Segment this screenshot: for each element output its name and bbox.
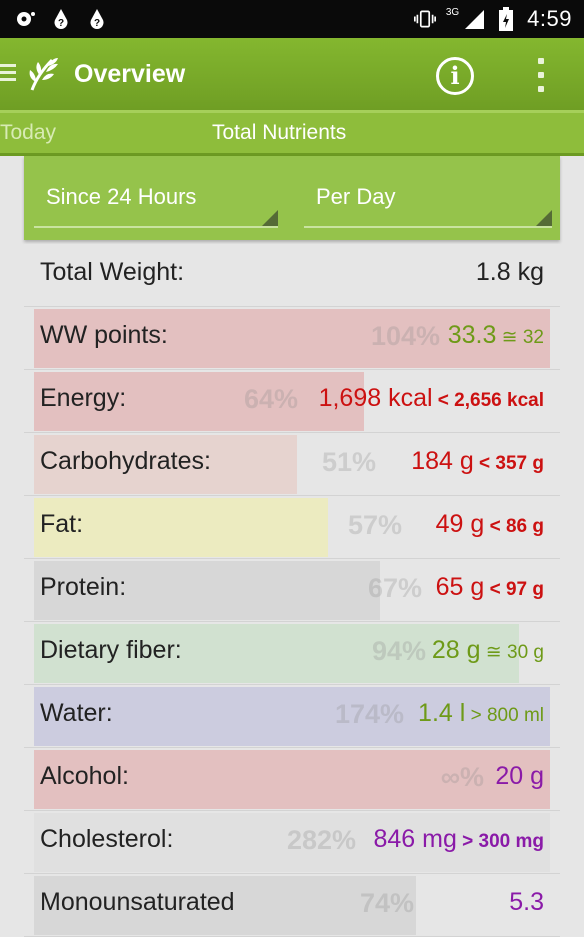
info-button[interactable]: i [436,57,474,95]
nutrient-amount: 5.3 [509,888,544,917]
nutrient-row[interactable]: Monounsaturated 74% 5.3 [24,874,560,937]
nutrient-amount: 1.4 l > 800 ml [418,699,544,728]
nutrient-amount: 28 g ≅ 30 g [432,636,544,665]
nutrient-name: Cholesterol: [40,825,174,853]
screen-title: Overview [74,60,186,88]
tab-strip: Today Total Nutrients [0,110,584,156]
network-type-label: 3G [445,6,460,18]
nutrient-percent: ∞% [440,762,484,792]
nutrient-name: Energy: [40,384,127,412]
period-spinner[interactable]: Since 24 Hours [34,172,278,228]
nutrient-name: Water: [40,699,113,727]
nutrient-amount-value: 20 g [495,762,544,790]
status-bar: ? ? 3G 4:59 [0,0,584,38]
nutrient-amount-value: 1.4 l [418,699,466,727]
nutrient-row[interactable]: Alcohol: ∞% 20 g [24,748,560,811]
notification-icon [14,7,36,31]
nutrient-percent: 57% [347,510,402,540]
nutrient-target: > 800 ml [465,705,544,726]
nutrient-row[interactable]: Protein: 67% 65 g < 97 g [24,559,560,622]
nutrient-percent: 51% [321,447,376,477]
nutrient-amount: 33.3 ≅ 32 [448,321,544,350]
period-spinner-value: Since 24 Hours [46,184,197,209]
drop-question-icon: ? [86,7,108,31]
nutrient-target: < 357 g [473,453,544,474]
nutrient-percent: 74% [359,888,414,918]
svg-text:?: ? [94,18,100,29]
nutrient-name: Fat: [40,510,84,538]
nutrient-name: Monounsaturated [40,888,235,916]
nutrient-target: ≅ 32 [496,327,544,348]
nutrient-row[interactable]: Cholesterol: 282% 846 mg > 300 mg [24,811,560,874]
nutrient-percent: 174% [334,699,404,729]
nutrient-amount: 65 g < 97 g [436,573,544,602]
nutrient-percent: 104% [370,321,440,351]
nutrient-amount-value: 184 g [411,447,474,475]
nutrient-row[interactable]: Dietary fiber: 94% 28 g ≅ 30 g [24,622,560,685]
nutrient-target: < 2,656 kcal [432,390,544,411]
clock: 4:59 [527,6,572,31]
nutrient-row[interactable]: Energy: 64% 1,698 kcal < 2,656 kcal [24,370,560,433]
nutrient-amount-value: 65 g [435,573,485,601]
nutrient-row[interactable]: Fat: 57% 49 g < 86 g [24,496,560,559]
filter-panel: Since 24 Hours Per Day [24,156,560,240]
nutrient-name: Dietary fiber: [40,636,182,664]
signal-icon [463,7,485,31]
total-weight-value: 1.8 kg [475,258,544,286]
nutrient-amount: 49 g < 86 g [436,510,544,539]
nutrient-target: < 97 g [484,579,544,600]
nutrient-row[interactable]: Carbohydrates: 51% 184 g < 357 g [24,433,560,496]
svg-text:?: ? [58,18,64,29]
drawer-menu-icon[interactable] [0,64,16,85]
nutrient-percent: 67% [367,573,422,603]
nutrient-name: Alcohol: [40,762,129,790]
unit-spinner-value: Per Day [316,184,396,209]
nutrient-amount-value: 5.3 [509,888,544,916]
overflow-menu-icon[interactable] [536,58,546,92]
nutrient-amount-value: 28 g [431,636,481,664]
nutrient-row[interactable]: Water: 174% 1.4 l > 800 ml [24,685,560,748]
battery-icon [495,7,517,31]
nutrient-name: Protein: [40,573,127,601]
total-weight-row: Total Weight: 1.8 kg [24,244,560,307]
nutrient-amount: 846 mg > 300 mg [373,825,544,854]
nutrient-target: ≅ 30 g [480,642,544,663]
action-bar: Overview i [0,38,584,110]
nutrient-name: Carbohydrates: [40,447,211,475]
nutrient-row[interactable]: WW points: 104% 33.3 ≅ 32 [24,307,560,370]
nutrient-amount-value: 33.3 [447,321,497,349]
nutrient-amount: 20 g [495,762,544,791]
nutrient-target: < 86 g [484,516,544,537]
nutrient-name: WW points: [40,321,168,349]
nutrient-list[interactable]: Total Weight: 1.8 kg WW points: 104% 33.3 … [24,244,560,937]
tab-today[interactable]: Today [0,121,56,145]
total-weight-label: Total Weight: [40,258,185,286]
nutrient-amount-value: 49 g [435,510,485,538]
nutrient-percent: 94% [371,636,426,666]
dropdown-arrow-icon [262,210,278,226]
nutrient-amount-value: 1,698 kcal [318,384,433,412]
vibrate-icon [413,7,436,31]
unit-spinner[interactable]: Per Day [304,172,552,228]
drop-question-icon: ? [50,7,72,31]
tab-total-nutrients[interactable]: Total Nutrients [212,121,346,145]
nutrient-amount: 1,698 kcal < 2,656 kcal [319,384,544,413]
nutrient-target: > 300 mg [456,831,544,852]
app-logo-icon[interactable] [24,54,64,94]
nutrient-percent: 64% [243,384,298,414]
nutrient-percent: 282% [286,825,356,855]
nutrient-amount: 184 g < 357 g [411,447,544,476]
dropdown-arrow-icon [536,210,552,226]
nutrient-amount-value: 846 mg [373,825,457,853]
